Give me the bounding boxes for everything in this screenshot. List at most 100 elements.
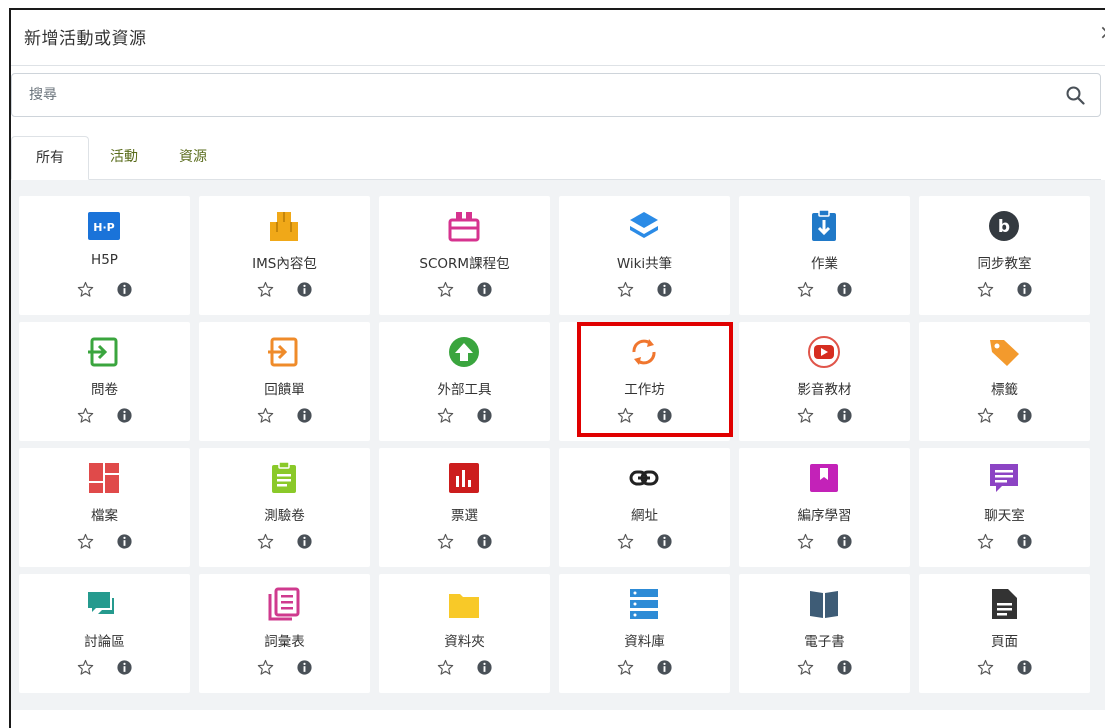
- star-icon[interactable]: [977, 407, 994, 424]
- info-icon[interactable]: [476, 407, 493, 424]
- star-icon[interactable]: [257, 533, 274, 550]
- info-icon[interactable]: [116, 281, 133, 298]
- category-tabs: 所有 活動 資源: [11, 136, 1101, 180]
- module-label: 網址: [631, 508, 658, 524]
- star-icon[interactable]: [617, 533, 634, 550]
- search-box: [11, 73, 1101, 117]
- close-button[interactable]: ×: [1099, 20, 1105, 44]
- module-label: 檔案: [91, 508, 118, 524]
- star-icon[interactable]: [797, 281, 814, 298]
- star-icon[interactable]: [437, 407, 454, 424]
- module-tile[interactable]: 討論區: [19, 574, 190, 693]
- info-icon[interactable]: [1016, 407, 1033, 424]
- workshop-icon: [626, 334, 662, 370]
- star-icon[interactable]: [617, 407, 634, 424]
- tab-all[interactable]: 所有: [11, 136, 89, 180]
- info-icon[interactable]: [476, 533, 493, 550]
- info-icon[interactable]: [116, 533, 133, 550]
- module-label: 作業: [811, 256, 838, 272]
- file-icon: [86, 460, 122, 496]
- info-icon[interactable]: [296, 407, 313, 424]
- video-icon: [806, 334, 842, 370]
- module-tile[interactable]: 網址: [559, 448, 730, 567]
- dialog-header: 新增活動或資源 ×: [11, 10, 1105, 66]
- module-tile[interactable]: IMS內容包: [199, 196, 370, 315]
- module-label: 同步教室: [977, 256, 1032, 272]
- chat-icon: [986, 460, 1022, 496]
- module-tile[interactable]: b 同步教室: [919, 196, 1090, 315]
- info-icon[interactable]: [476, 281, 493, 298]
- star-icon[interactable]: [77, 407, 94, 424]
- info-icon[interactable]: [1016, 533, 1033, 550]
- star-icon[interactable]: [617, 659, 634, 676]
- module-label: 討論區: [84, 634, 125, 650]
- questionnaire-icon: [86, 334, 122, 370]
- page-icon: [986, 586, 1022, 622]
- module-label: 標籤: [991, 382, 1018, 398]
- tab-activities[interactable]: 活動: [97, 136, 151, 179]
- star-icon[interactable]: [977, 533, 994, 550]
- star-icon[interactable]: [437, 659, 454, 676]
- info-icon[interactable]: [476, 659, 493, 676]
- module-tile[interactable]: SCORM課程包: [379, 196, 550, 315]
- module-tile[interactable]: 標籤: [919, 322, 1090, 441]
- info-icon[interactable]: [836, 659, 853, 676]
- star-icon[interactable]: [797, 659, 814, 676]
- star-icon[interactable]: [797, 407, 814, 424]
- module-tile[interactable]: 頁面: [919, 574, 1090, 693]
- star-icon[interactable]: [797, 533, 814, 550]
- star-icon[interactable]: [437, 533, 454, 550]
- url-link-icon: [626, 460, 662, 496]
- info-icon[interactable]: [836, 281, 853, 298]
- module-tile[interactable]: 編序學習: [739, 448, 910, 567]
- module-label: 測驗卷: [264, 508, 305, 524]
- module-label: 電子書: [804, 634, 845, 650]
- search-input[interactable]: [12, 74, 1052, 116]
- module-tile[interactable]: 票選: [379, 448, 550, 567]
- module-tile[interactable]: Wiki共筆: [559, 196, 730, 315]
- info-icon[interactable]: [296, 533, 313, 550]
- info-icon[interactable]: [116, 407, 133, 424]
- star-icon[interactable]: [437, 281, 454, 298]
- tab-resources[interactable]: 資源: [166, 136, 220, 179]
- star-icon[interactable]: [77, 281, 94, 298]
- module-tile[interactable]: 資料庫: [559, 574, 730, 693]
- star-icon[interactable]: [617, 281, 634, 298]
- star-icon[interactable]: [977, 659, 994, 676]
- info-icon[interactable]: [656, 407, 673, 424]
- module-tile[interactable]: 工作坊: [559, 322, 730, 441]
- info-icon[interactable]: [656, 281, 673, 298]
- module-tile[interactable]: 檔案: [19, 448, 190, 567]
- info-icon[interactable]: [656, 659, 673, 676]
- scorm-package-icon: [446, 208, 482, 244]
- module-tile[interactable]: 資料夾: [379, 574, 550, 693]
- star-icon[interactable]: [77, 533, 94, 550]
- module-tile[interactable]: 測驗卷: [199, 448, 370, 567]
- info-icon[interactable]: [1016, 281, 1033, 298]
- info-icon[interactable]: [296, 281, 313, 298]
- module-tile[interactable]: 作業: [739, 196, 910, 315]
- module-tile[interactable]: 聊天室: [919, 448, 1090, 567]
- search-icon[interactable]: [1065, 85, 1085, 105]
- module-tile[interactable]: 影音教材: [739, 322, 910, 441]
- info-icon[interactable]: [296, 659, 313, 676]
- info-icon[interactable]: [1016, 659, 1033, 676]
- star-icon[interactable]: [257, 407, 274, 424]
- module-tile[interactable]: 問卷: [19, 322, 190, 441]
- info-icon[interactable]: [116, 659, 133, 676]
- module-tile[interactable]: 回饋單: [199, 322, 370, 441]
- star-icon[interactable]: [77, 659, 94, 676]
- star-icon[interactable]: [257, 281, 274, 298]
- star-icon[interactable]: [257, 659, 274, 676]
- module-label: 資料庫: [624, 634, 665, 650]
- assignment-icon: [806, 208, 842, 244]
- info-icon[interactable]: [836, 407, 853, 424]
- module-tile[interactable]: 電子書: [739, 574, 910, 693]
- module-tile[interactable]: 詞彙表: [199, 574, 370, 693]
- info-icon[interactable]: [656, 533, 673, 550]
- quiz-icon: [266, 460, 302, 496]
- module-tile[interactable]: H·P H5P: [19, 196, 190, 315]
- star-icon[interactable]: [977, 281, 994, 298]
- info-icon[interactable]: [836, 533, 853, 550]
- module-tile[interactable]: 外部工具: [379, 322, 550, 441]
